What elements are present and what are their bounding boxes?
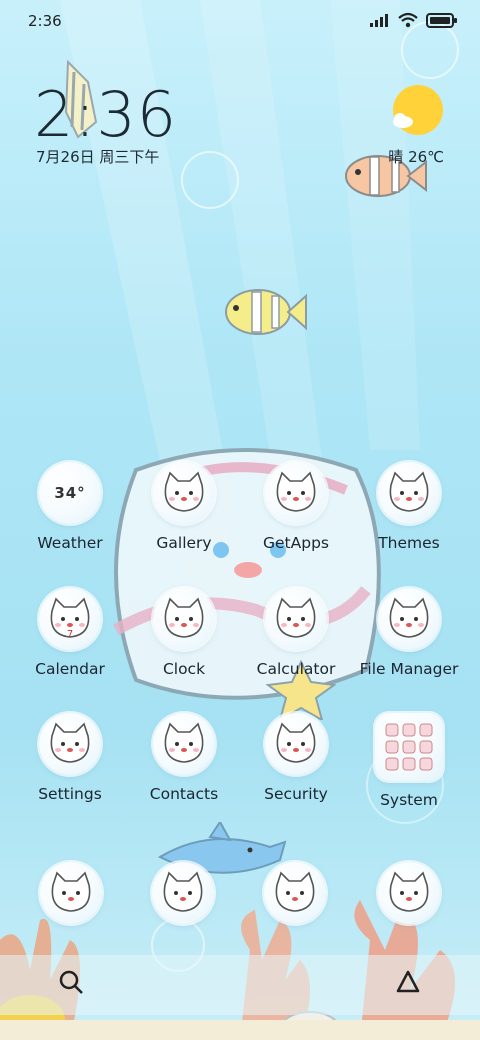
weather-icon-glyph: 34°	[54, 484, 86, 502]
calendar-day: 7	[67, 629, 73, 640]
clock-icon[interactable]	[153, 588, 215, 650]
app-file-manager[interactable]: File Manager	[359, 588, 459, 678]
app-label: GetApps	[263, 534, 329, 552]
themes-icon[interactable]	[378, 462, 440, 524]
app-clock[interactable]: Clock	[134, 588, 234, 678]
camera-icon[interactable]	[378, 862, 440, 924]
app-label: Weather	[37, 534, 103, 552]
app-label: Settings	[38, 785, 102, 803]
cat-face	[389, 871, 429, 912]
cat-face	[276, 597, 316, 638]
app-getapps[interactable]: GetApps	[246, 462, 346, 552]
app-label: Themes	[378, 534, 440, 552]
app-label: Clock	[162, 660, 206, 678]
weather-icon[interactable]: 34°	[39, 462, 101, 524]
cat-face	[164, 597, 204, 638]
app-gallery[interactable]: Gallery	[134, 462, 234, 552]
signal-icon	[370, 14, 388, 27]
contacts-icon[interactable]	[153, 713, 215, 775]
app-contacts[interactable]: Contacts	[134, 713, 234, 803]
app-label: Gallery	[156, 534, 212, 552]
dock-bar	[0, 955, 480, 1015]
cat-face	[164, 471, 204, 512]
gallery-icon[interactable]	[153, 462, 215, 524]
status-icons	[370, 12, 458, 28]
app-system[interactable]: System	[359, 713, 459, 809]
wifi-icon	[398, 12, 418, 28]
cat-face	[276, 722, 316, 763]
app-label: Contacts	[149, 785, 219, 803]
app-label: Calculator	[256, 660, 336, 678]
cat-face	[51, 871, 91, 912]
cat-face	[164, 722, 204, 763]
cat-face: 7	[50, 597, 90, 640]
cat-face	[50, 722, 90, 763]
cat-face	[389, 471, 429, 512]
app-weather[interactable]: 34° Weather	[20, 462, 120, 552]
app-label: Calendar	[35, 660, 105, 678]
security-icon[interactable]	[265, 713, 327, 775]
system-folder-icon[interactable]	[375, 713, 443, 781]
browser-icon[interactable]	[264, 862, 326, 924]
cat-face	[275, 871, 315, 912]
app-calculator[interactable]: Calculator	[246, 588, 346, 678]
status-bar: 2:36	[0, 0, 480, 44]
sunny-weather-icon[interactable]	[390, 84, 444, 138]
calendar-icon[interactable]: 7	[39, 588, 101, 650]
battery-icon	[426, 12, 457, 28]
search-icon[interactable]	[58, 969, 84, 995]
getapps-icon[interactable]	[265, 462, 327, 524]
app-settings[interactable]: Settings	[20, 713, 120, 803]
weather-condition-temp[interactable]: 晴 26℃	[388, 146, 444, 167]
cat-face	[276, 471, 316, 512]
app-themes[interactable]: Themes	[359, 462, 459, 552]
messages-icon[interactable]	[152, 862, 214, 924]
assistant-icon[interactable]	[395, 969, 421, 995]
app-calendar[interactable]: 7 Calendar	[20, 588, 120, 678]
app-label: File Manager	[359, 660, 459, 678]
cat-face	[163, 871, 203, 912]
cat-face	[389, 597, 429, 638]
status-time: 2:36	[28, 12, 62, 30]
app-label: System	[380, 791, 438, 809]
folder-grid	[385, 723, 433, 771]
calculator-icon[interactable]	[265, 588, 327, 650]
app-security[interactable]: Security	[246, 713, 346, 803]
file-manager-icon[interactable]	[378, 588, 440, 650]
phone-icon[interactable]	[40, 862, 102, 924]
yellow-fish-decoration	[225, 289, 307, 335]
app-label: Security	[264, 785, 328, 803]
settings-icon[interactable]	[39, 713, 101, 775]
clock-widget-time[interactable]: 2:36	[34, 78, 177, 151]
clock-widget-date[interactable]: 7月26日 周三下午	[36, 146, 159, 167]
